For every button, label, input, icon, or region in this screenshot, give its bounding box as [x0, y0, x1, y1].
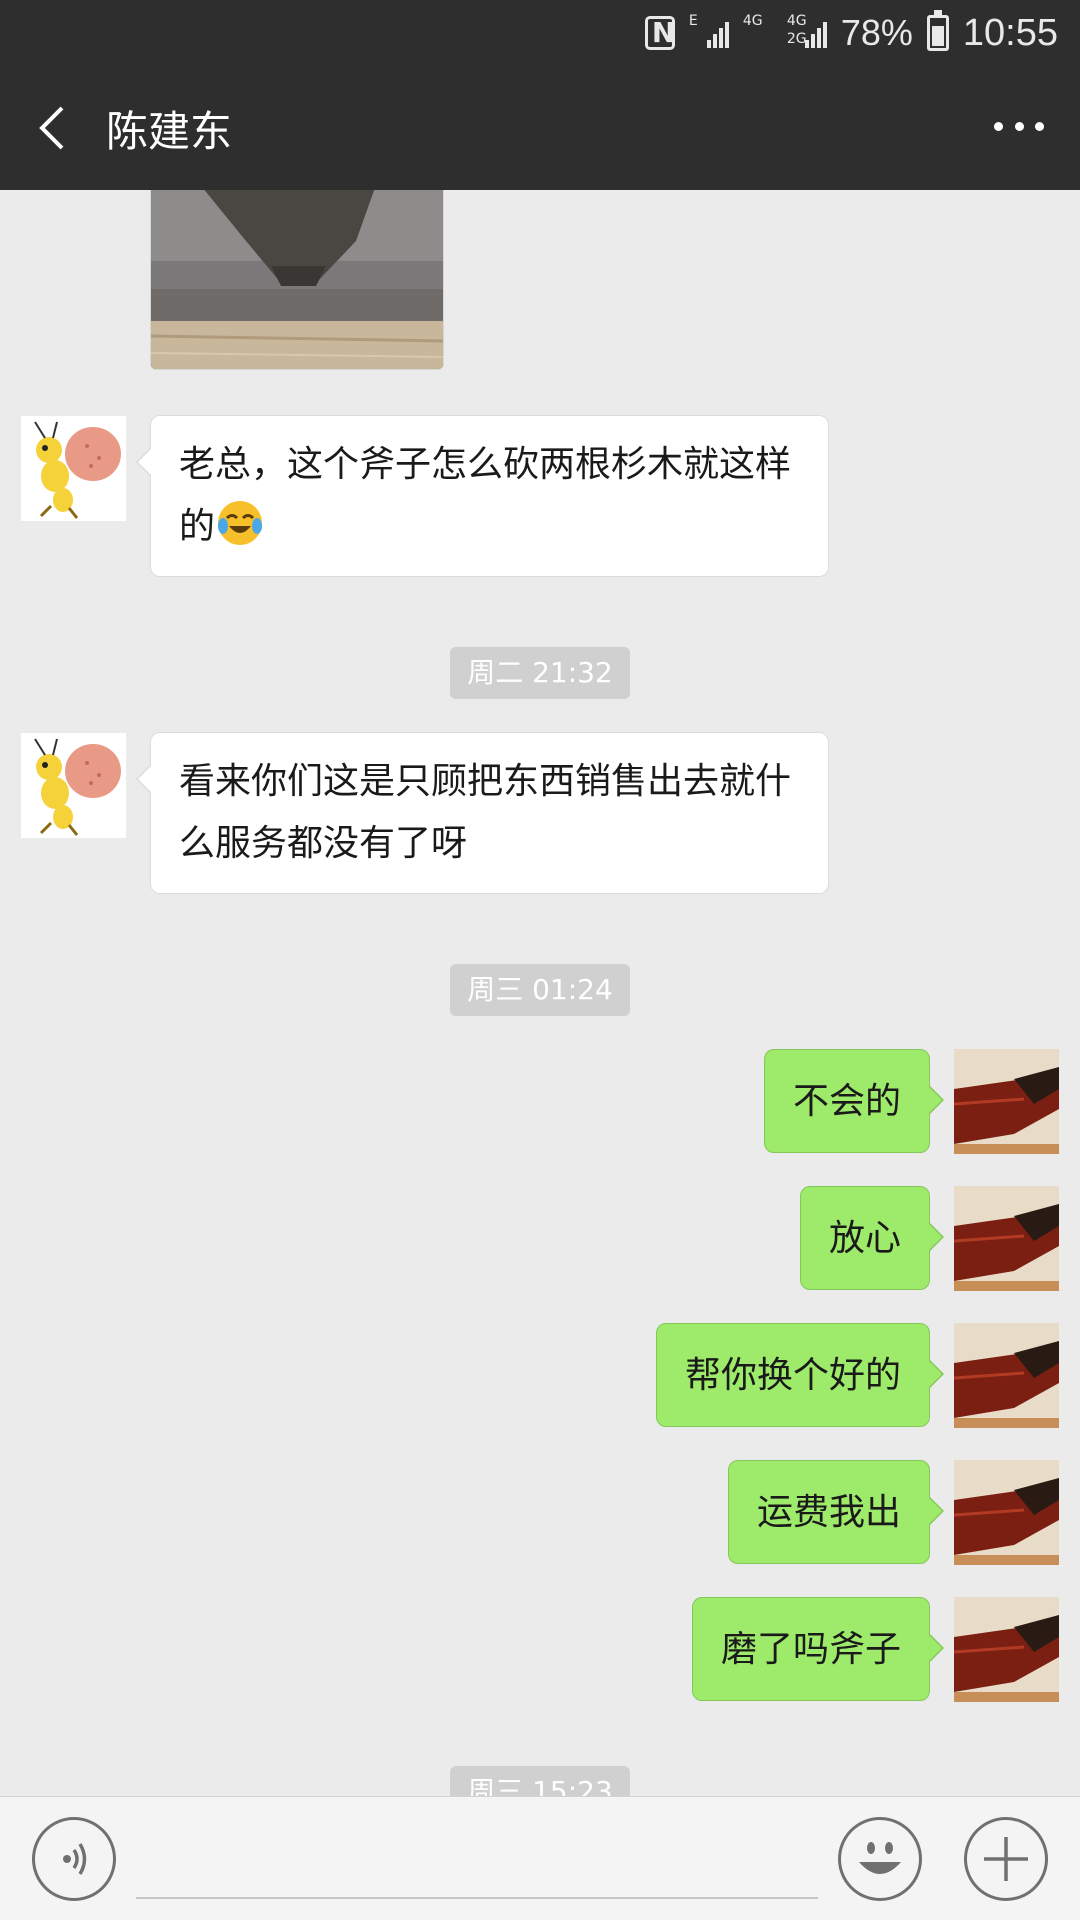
- timestamp: 周三 01:24: [450, 964, 630, 1016]
- incoming-message[interactable]: 老总，这个斧子怎么砍两根杉木就这样的: [136, 415, 829, 577]
- axe-avatar-icon: [954, 1460, 1059, 1565]
- my-avatar[interactable]: [954, 1186, 1059, 1291]
- crying-laughing-emoji: [218, 501, 263, 545]
- contact-avatar[interactable]: [21, 416, 126, 521]
- message-list[interactable]: 老总，这个斧子怎么砍两根杉木就这样的 周二 21:32 看来你们这是只顾把东西销: [0, 190, 1080, 1796]
- signal-e-label: E: [688, 13, 698, 29]
- plus-button[interactable]: [964, 1817, 1048, 1901]
- plus-icon: [984, 1837, 1028, 1881]
- axe-avatar-icon: [954, 1186, 1059, 1291]
- my-avatar[interactable]: [954, 1460, 1059, 1565]
- my-avatar[interactable]: [954, 1323, 1059, 1428]
- timestamp: 周三 15:23: [450, 1766, 630, 1796]
- emoji-button[interactable]: [838, 1817, 922, 1901]
- nfc-icon: [644, 16, 675, 50]
- status-bar: E 4G 4G 2G 78% 10:55: [0, 0, 1080, 66]
- timestamp: 周二 21:32: [450, 647, 630, 699]
- axe-avatar-icon: [954, 1323, 1059, 1428]
- outgoing-message[interactable]: 不会的: [763, 1049, 945, 1153]
- axe-avatar-icon: [954, 1049, 1059, 1154]
- outgoing-message[interactable]: 运费我出: [727, 1460, 945, 1564]
- image-message[interactable]: [150, 190, 444, 370]
- more-horizontal-icon[interactable]: [994, 122, 1044, 134]
- outgoing-message[interactable]: 磨了吗斧子: [691, 1597, 945, 1701]
- message-text: 磨了吗斧子: [720, 1629, 901, 1670]
- signal-2g-label: 2G: [786, 31, 807, 47]
- battery-percent: 78%: [840, 12, 913, 53]
- incoming-message[interactable]: 看来你们这是只顾把东西销售出去就什么服务都没有了呀: [136, 732, 829, 894]
- signal-4g-top-label: 4G: [786, 13, 807, 29]
- ant-avatar-icon: [21, 416, 126, 521]
- outgoing-message[interactable]: 放心: [799, 1186, 945, 1290]
- my-avatar[interactable]: [954, 1597, 1059, 1702]
- signal-4g-2g-icon: 4G 2G: [786, 13, 827, 50]
- chevron-left-icon[interactable]: [34, 106, 74, 150]
- message-text: 运费我出: [756, 1492, 901, 1533]
- clock: 10:55: [962, 11, 1058, 54]
- voice-icon: [63, 1843, 87, 1875]
- message-text: 老总，这个斧子怎么砍两根杉木就这样的: [179, 444, 792, 547]
- signal-4g-icon: 4G: [742, 13, 773, 50]
- signal-4g-label: 4G: [742, 13, 763, 29]
- input-bar: [0, 1796, 1080, 1920]
- outgoing-message[interactable]: 帮你换个好的: [655, 1323, 945, 1427]
- battery-icon: [926, 10, 949, 51]
- voice-button[interactable]: [32, 1817, 116, 1901]
- message-input[interactable]: [136, 1817, 818, 1899]
- status-icons: E 4G 4G 2G 78% 10:55: [644, 8, 1058, 58]
- message-text: 不会的: [792, 1081, 901, 1122]
- chat-title: 陈建东: [106, 107, 233, 156]
- message-text: 放心: [828, 1218, 901, 1259]
- message-text: 看来你们这是只顾把东西销售出去就什么服务都没有了呀: [179, 761, 792, 864]
- chat-header: 陈建东: [0, 66, 1080, 190]
- axe-photo: [151, 190, 443, 369]
- signal-e-icon: E: [688, 13, 729, 50]
- ant-avatar-icon: [21, 733, 126, 838]
- contact-avatar[interactable]: [21, 733, 126, 838]
- smiley-icon: [859, 1842, 901, 1874]
- message-text: 帮你换个好的: [684, 1355, 901, 1396]
- axe-avatar-icon: [954, 1597, 1059, 1702]
- my-avatar[interactable]: [954, 1049, 1059, 1154]
